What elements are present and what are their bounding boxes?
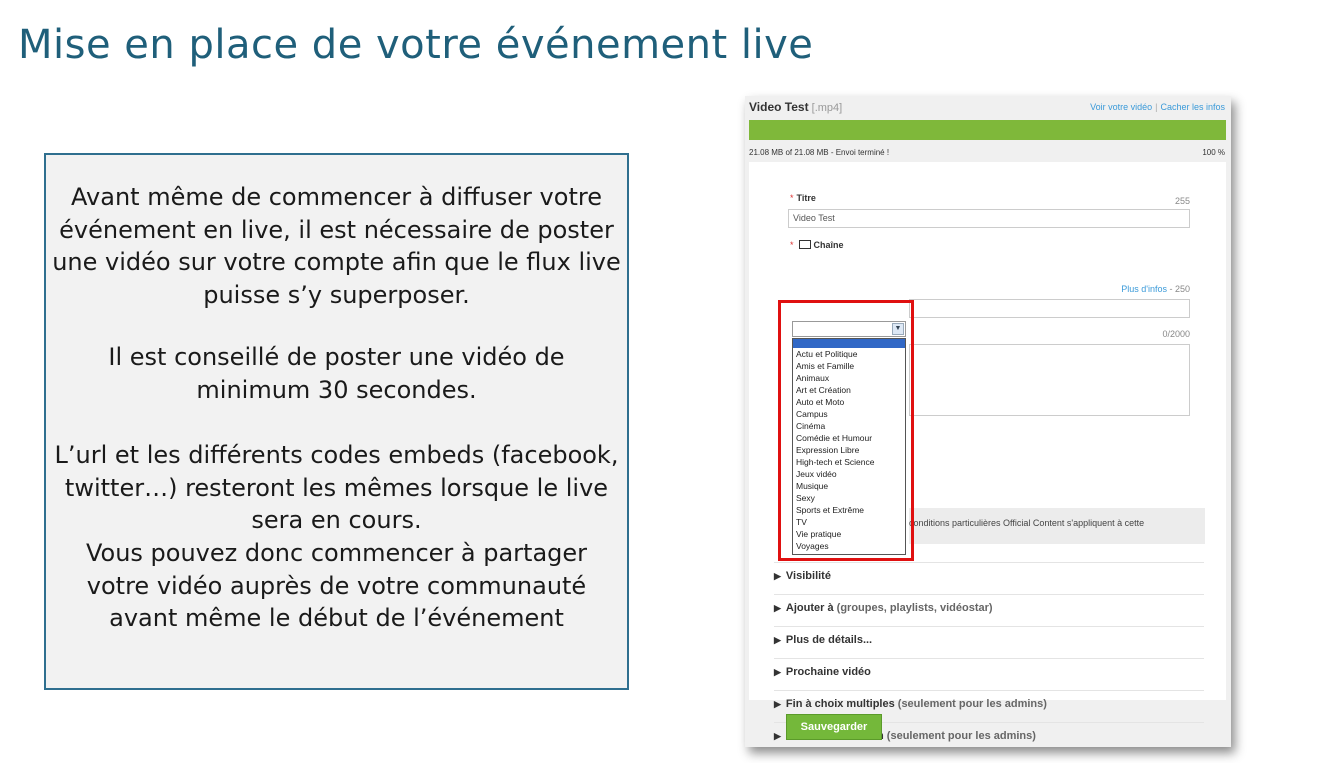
upload-percent: 100 %: [1202, 148, 1225, 157]
slide-title: Mise en place de votre événement live: [18, 22, 814, 68]
info-box: Avant même de commencer à diffuser votre…: [44, 153, 629, 690]
title-label: * Titre: [790, 193, 816, 203]
section-prochaine-video[interactable]: ▶ Prochaine vidéo: [774, 658, 1204, 682]
save-button[interactable]: Sauvegarder: [786, 714, 882, 740]
section-label: Ajouter à: [785, 602, 834, 614]
header-links: Voir votre vidéo | Cacher les infos: [1090, 102, 1225, 112]
section-label: Plus de détails...: [785, 634, 873, 646]
section-label: Fin à choix multiples: [785, 698, 895, 710]
title-input[interactable]: Video Test: [788, 209, 1190, 228]
section-visibilite[interactable]: ▶ Visibilité: [774, 562, 1204, 586]
expand-triangle-icon: ▶: [774, 603, 781, 613]
section-extra: (groupes, playlists, vidéostar): [833, 602, 993, 614]
title-label-text: Titre: [796, 193, 816, 203]
tags-counter-separator: -: [1166, 284, 1175, 294]
expand-triangle-icon: ▶: [774, 571, 781, 581]
section-ajouter[interactable]: ▶ Ajouter à (groupes, playlists, vidéosta…: [774, 594, 1204, 618]
video-form: * Titre 255 Video Test * Chaîne Plus d'inf…: [749, 162, 1226, 742]
official-content-notice: conditions particulières Official Conten…: [909, 508, 1205, 544]
info-paragraph-2: Il est conseillé de poster une vidéo de …: [108, 343, 565, 404]
expand-triangle-icon: ▶: [774, 667, 781, 677]
upload-progress-bar: [749, 120, 1226, 140]
title-counter: 255: [1174, 196, 1190, 206]
expand-triangle-icon: ▶: [774, 699, 781, 709]
section-extra: (seulement pour les admins): [894, 698, 1047, 710]
section-label: Prochaine vidéo: [785, 666, 871, 678]
required-mark: *: [790, 240, 794, 250]
tv-icon: [798, 240, 811, 249]
red-highlight-frame: [778, 300, 914, 561]
info-paragraph-4: Vous pouvez donc commencer à partager vo…: [85, 539, 588, 632]
upload-status-text: 21.08 MB of 21.08 MB - Envoi terminé !: [749, 148, 890, 157]
tags-more-info-link[interactable]: Plus d'infos: [1121, 284, 1167, 294]
info-paragraph-3: L’url et les différents codes embeds (fa…: [54, 441, 619, 534]
upload-status: 21.08 MB of 21.08 MB - Envoi terminé ! 1…: [749, 148, 1225, 157]
upload-panel: Video Test [.mp4] Voir votre vidéo | Cache…: [745, 96, 1231, 747]
tags-counter-value: 250: [1174, 284, 1190, 294]
expand-triangle-icon: ▶: [774, 635, 781, 645]
required-mark: *: [790, 193, 794, 203]
video-extension: [.mp4]: [811, 102, 843, 114]
upload-header: Video Test [.mp4] Voir votre vidéo | Cache…: [749, 100, 1225, 114]
section-fin-choix-multiples[interactable]: ▶ Fin à choix multiples (seulement pour l…: [774, 690, 1204, 714]
description-textarea[interactable]: [909, 344, 1190, 416]
view-video-link[interactable]: Voir votre vidéo: [1090, 102, 1152, 112]
expand-triangle-icon: ▶: [774, 731, 781, 741]
link-separator: |: [1155, 102, 1158, 112]
section-plus-de-details[interactable]: ▶ Plus de détails...: [774, 626, 1204, 650]
info-paragraph-1: Avant même de commencer à diffuser votre…: [52, 183, 621, 309]
tags-input[interactable]: [909, 299, 1190, 318]
video-name: Video Test: [749, 100, 809, 114]
channel-label: * Chaîne: [790, 240, 844, 250]
hide-info-link[interactable]: Cacher les infos: [1160, 102, 1225, 112]
channel-label-text: Chaîne: [813, 240, 844, 250]
section-label: Visibilité: [785, 570, 831, 582]
section-extra: (seulement pour les admins): [883, 730, 1036, 742]
description-counter: 0/2000: [1162, 329, 1190, 339]
tags-counter: Plus d'infos - 250: [1121, 284, 1190, 294]
